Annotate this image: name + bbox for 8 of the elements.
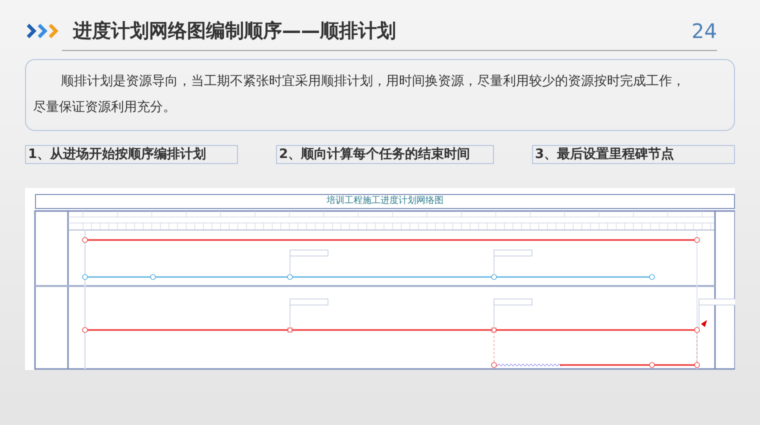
step-label: 2、顺向计算每个任务的结束时间 <box>276 145 494 164</box>
chevrons-icon <box>27 23 61 39</box>
intro-paragraph: 顺排计划是资源导向，当工期不紧张时宜采用顺排计划，用时间换资源，尽量利用较少的资源按时完成工作，尽量保证资源利用充分。 <box>33 73 686 117</box>
page-number: 24 <box>692 18 717 45</box>
step-label: 3、最后设置里程碑节点 <box>532 145 735 164</box>
slide-title: 进度计划网络图编制顺序——顺排计划 <box>73 18 396 44</box>
step-label: 1、从进场开始按顺序编排计划 <box>25 145 238 164</box>
diagram-title: 培训工程施工进度计划网络图 <box>326 196 444 207</box>
